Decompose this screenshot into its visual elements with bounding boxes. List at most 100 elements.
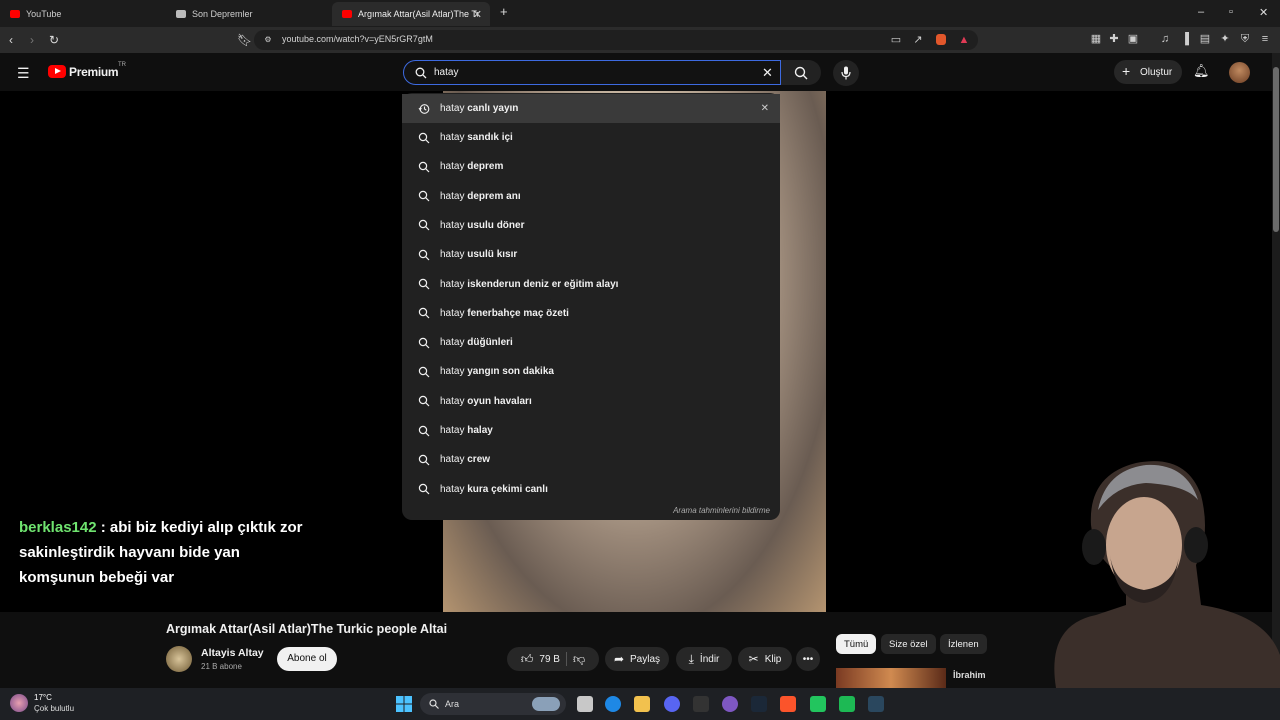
tab-youtube[interactable]: YouTube [0, 2, 166, 26]
wallet-icon[interactable]: ▣ [1127, 33, 1139, 45]
sidebar-icon[interactable]: ▐ [1179, 33, 1191, 45]
suggestion-prefix: hatay [440, 454, 468, 466]
search-suggestion[interactable]: hatay crew [402, 445, 780, 474]
reload-icon[interactable]: ↻ [49, 33, 59, 47]
site-info-icon[interactable]: ⚙ [262, 34, 274, 46]
search-suggestion[interactable]: hatay canlı yayın ✕ [402, 94, 780, 123]
share-icon[interactable]: ↗ [912, 34, 924, 46]
taskbar-search[interactable]: Ara [420, 693, 566, 715]
avatar[interactable] [1229, 62, 1250, 83]
suggestion-completion: sandık içi [467, 132, 513, 143]
youtube-icon [342, 10, 352, 18]
suggestion-completion: iskenderun deniz er eğitim alayı [467, 278, 619, 290]
search-button[interactable] [781, 60, 821, 85]
forward-icon[interactable]: › [30, 33, 34, 47]
more-horizontal-icon: ••• [802, 653, 814, 665]
suggestion-completion: crew [467, 454, 491, 466]
music-icon[interactable]: ♫ [1159, 33, 1171, 45]
new-tab-icon[interactable]: + [500, 4, 508, 19]
share-button[interactable]: ➦ Paylaş [605, 647, 669, 671]
recommended-title[interactable]: İbrahim [953, 670, 986, 680]
report-predictions-link[interactable]: Arama tahminlerini bildirme [673, 506, 770, 515]
create-button[interactable]: + Oluştur [1114, 60, 1182, 84]
search-suggestion[interactable]: hatay halay [402, 416, 780, 445]
notifications-bell-icon[interactable]: 🔔︎ [1193, 63, 1210, 79]
search-suggestion[interactable]: hatay usulü kısır [402, 240, 780, 269]
browser-tab-strip: YouTube Son Depremler Argımak Attar(Asil… [0, 0, 1280, 27]
clear-search-icon[interactable]: ✕ [762, 65, 773, 81]
voice-search-button[interactable] [833, 60, 859, 86]
search-suggestion[interactable]: hatay iskenderun deniz er eğitim alayı [402, 270, 780, 299]
more-actions-button[interactable]: ••• [796, 647, 820, 671]
leo-icon[interactable]: ✦ [1219, 33, 1231, 45]
remove-suggestion-icon[interactable]: ✕ [761, 103, 769, 114]
search-suggestion[interactable]: hatay deprem [402, 152, 780, 181]
brave-rewards-icon[interactable]: ▲ [958, 34, 970, 46]
discord-icon[interactable] [664, 696, 680, 712]
search-input[interactable]: hatay ✕ [403, 60, 781, 85]
spotify-icon[interactable] [839, 696, 855, 712]
youtube-logo-icon[interactable] [48, 65, 66, 78]
suggestion-completion: kura çekimi canlı [467, 483, 548, 495]
app-icon[interactable] [693, 696, 709, 712]
suggestion-completion: usulu döner [467, 219, 525, 231]
close-window-icon[interactable]: ✕ [1259, 6, 1268, 19]
search-suggestion[interactable]: hatay kura çekimi canlı [402, 475, 780, 504]
brave-shield-icon[interactable] [936, 34, 946, 45]
chip-watched[interactable]: İzlenen [940, 634, 987, 654]
suggestion-prefix: hatay [440, 337, 468, 349]
cast-icon[interactable]: ▭ [890, 34, 902, 46]
search-suggestion[interactable]: hatay fenerbahçe maç özeti [402, 299, 780, 328]
subscribe-button[interactable]: Abone ol [277, 647, 337, 671]
search-icon [418, 132, 430, 143]
brave-icon[interactable] [780, 696, 796, 712]
suggestion-text: hatay sandık içi [440, 132, 513, 143]
headphone-earcup [1184, 527, 1208, 563]
window-icon[interactable]: ▤ [1199, 33, 1211, 45]
back-icon[interactable]: ‹ [9, 33, 13, 47]
download-button[interactable]: ⤓ İndir [676, 647, 732, 671]
like-button[interactable]: 👍︎ 79 B [521, 652, 560, 667]
play-app-icon[interactable] [810, 696, 826, 712]
menu-icon[interactable]: ≡ [1259, 33, 1271, 45]
obs-icon[interactable] [722, 696, 738, 712]
search-icon [418, 278, 430, 290]
maximize-icon[interactable]: ▫ [1229, 6, 1233, 18]
channel-name[interactable]: Altayis Altay [201, 647, 264, 659]
windows-start-icon[interactable] [396, 696, 412, 712]
channel-avatar[interactable] [166, 646, 192, 672]
divider [565, 652, 567, 666]
clip-button[interactable]: ✂ Klip [738, 647, 792, 671]
recommended-thumbnail[interactable] [836, 668, 946, 688]
search-suggestion[interactable]: hatay düğünleri [402, 328, 780, 357]
tab-video-active[interactable]: Argımak Attar(Asil Atlar)The Tur ✕ [332, 2, 490, 26]
scrollbar-thumb[interactable] [1273, 67, 1279, 232]
chip-all[interactable]: Tümü [836, 634, 877, 654]
bookmark-icon[interactable]: 🔖︎ [237, 33, 252, 47]
suggestion-text: hatay yangın son dakika [440, 366, 554, 377]
extension-icon[interactable]: ▦ [1090, 33, 1102, 45]
search-suggestion[interactable]: hatay yangın son dakika [402, 357, 780, 386]
suggestion-text: hatay deprem [440, 161, 503, 172]
address-bar[interactable]: ⚙ youtube.com/watch?v=yEN5rGR7gtM ▭ ↗ ▲ [254, 30, 978, 50]
puzzle-icon[interactable]: ✚ [1108, 33, 1120, 45]
hamburger-menu-icon[interactable]: ☰ [17, 65, 30, 82]
dislike-button[interactable]: 👎︎ [573, 652, 585, 667]
search-suggestion[interactable]: hatay deprem anı [402, 182, 780, 211]
weather-icon[interactable] [10, 694, 28, 712]
search-suggestion[interactable]: hatay usulu döner [402, 211, 780, 240]
steam-icon[interactable] [751, 696, 767, 712]
search-suggestion[interactable]: hatay sandık içi [402, 123, 780, 152]
vpn-icon[interactable]: ⛨ [1239, 33, 1251, 45]
chip-for-you[interactable]: Size özel [881, 634, 936, 654]
close-tab-icon[interactable]: ✕ [473, 8, 482, 21]
tab-son-depremler[interactable]: Son Depremler [166, 2, 332, 26]
file-explorer-icon[interactable] [634, 696, 650, 712]
logo-text[interactable]: Premium [69, 65, 119, 79]
minimize-icon[interactable]: – [1198, 6, 1204, 18]
task-view-icon[interactable] [577, 696, 593, 712]
edge-icon[interactable] [605, 696, 621, 712]
steam-icon[interactable] [868, 696, 884, 712]
search-suggestion[interactable]: hatay oyun havaları [402, 387, 780, 416]
download-icon: ⤓ [688, 651, 694, 666]
